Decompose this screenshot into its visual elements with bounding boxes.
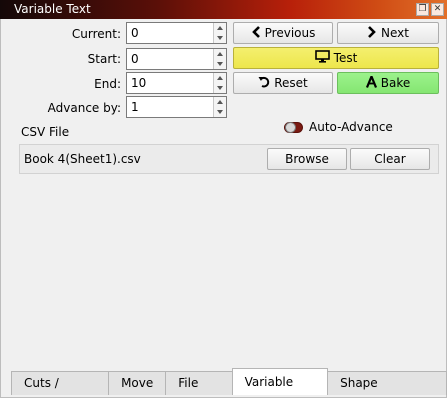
next-label: Next: [381, 26, 409, 40]
clear-label: Clear: [374, 152, 406, 166]
csv-file-box: Book 4(Sheet1).csv Browse Clear: [19, 144, 439, 174]
bottom-tab-bar: Cuts / Layers Move File List Variable Te…: [11, 368, 447, 395]
start-increment[interactable]: [214, 49, 226, 59]
bake-label: Bake: [380, 76, 411, 90]
title-bar: Variable Text ❐ ✕: [0, 0, 447, 19]
bake-button[interactable]: Bake: [337, 72, 439, 94]
advance-spinbox[interactable]: [126, 96, 227, 118]
next-button[interactable]: Next: [337, 22, 439, 44]
tab-shape-properties[interactable]: Shape Properties: [327, 371, 447, 395]
rotate-ccw-icon: [258, 75, 270, 91]
end-spinbox[interactable]: [126, 72, 227, 94]
advance-input[interactable]: [127, 97, 213, 117]
end-input[interactable]: [127, 73, 213, 93]
monitor-icon: [314, 50, 330, 66]
reset-label: Reset: [274, 76, 308, 90]
tab-file-list[interactable]: File List: [165, 371, 233, 395]
test-button[interactable]: Test: [233, 47, 439, 69]
browse-label: Browse: [285, 152, 329, 166]
auto-advance-control[interactable]: Auto-Advance: [284, 120, 393, 134]
tab-variable-text[interactable]: Variable Text: [231, 368, 329, 395]
end-increment[interactable]: [214, 73, 226, 83]
end-decrement[interactable]: [214, 83, 226, 93]
clear-button[interactable]: Clear: [350, 148, 430, 170]
end-label: End:: [94, 77, 121, 91]
tab-cuts-layers[interactable]: Cuts / Layers: [11, 371, 110, 395]
window-title: Variable Text: [14, 2, 91, 16]
previous-label: Previous: [264, 26, 316, 40]
csv-section-label: CSV File: [21, 125, 70, 139]
chevron-right-icon: [367, 25, 377, 41]
auto-advance-toggle[interactable]: [284, 121, 303, 133]
reset-button[interactable]: Reset: [233, 72, 333, 94]
previous-button[interactable]: Previous: [233, 22, 333, 44]
current-decrement[interactable]: [214, 33, 226, 43]
letter-a-icon: [365, 73, 377, 91]
current-input[interactable]: [127, 23, 213, 43]
current-spinbox[interactable]: [126, 22, 227, 44]
current-label: Current:: [71, 27, 121, 41]
tab-move[interactable]: Move: [108, 371, 167, 395]
start-input[interactable]: [127, 49, 213, 69]
advance-label: Advance by:: [47, 101, 121, 115]
variable-text-panel: Current: Start: End: Advance by:: [0, 19, 447, 398]
start-decrement[interactable]: [214, 59, 226, 69]
advance-decrement[interactable]: [214, 107, 226, 117]
csv-file-name: Book 4(Sheet1).csv: [24, 152, 141, 166]
advance-increment[interactable]: [214, 97, 226, 107]
test-label: Test: [333, 51, 358, 65]
start-spinbox[interactable]: [126, 48, 227, 70]
current-increment[interactable]: [214, 23, 226, 33]
restore-icon[interactable]: ❐: [416, 3, 429, 16]
chevron-left-icon: [251, 25, 261, 41]
browse-button[interactable]: Browse: [267, 148, 347, 170]
start-label: Start:: [87, 52, 121, 66]
toggle-knob: [285, 121, 296, 133]
close-icon[interactable]: ✕: [431, 3, 444, 16]
auto-advance-label: Auto-Advance: [309, 120, 393, 134]
